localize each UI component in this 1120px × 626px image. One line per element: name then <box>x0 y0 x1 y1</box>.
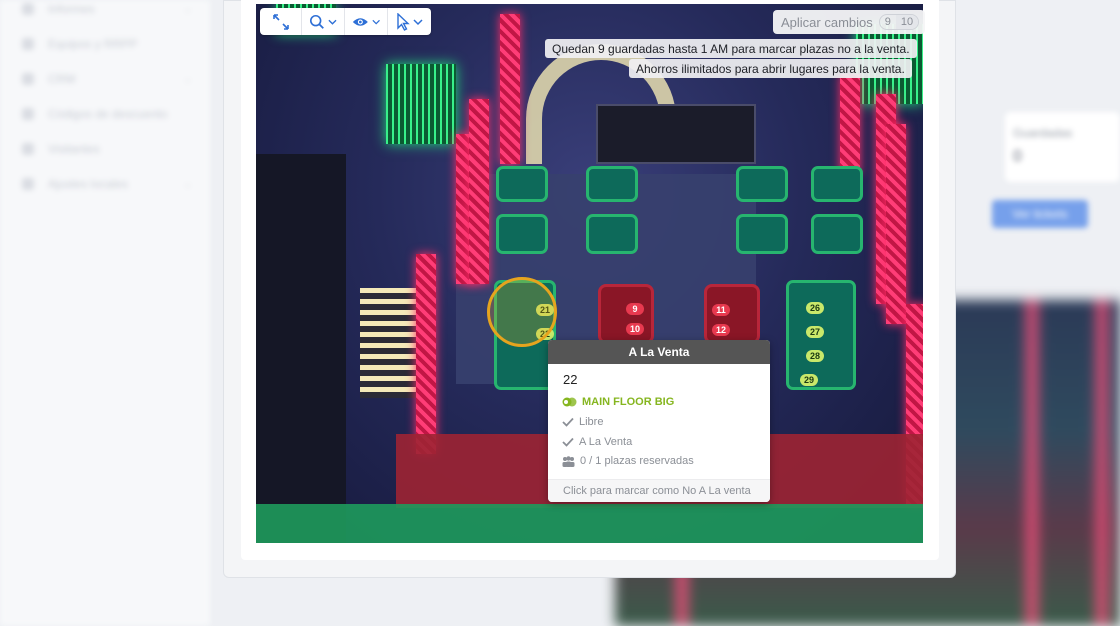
apply-changes-label: Aplicar cambios <box>781 14 873 30</box>
sidebar-item-label: Equipos y RRPP <box>48 37 138 51</box>
button-label: Ver tickets <box>1012 207 1068 221</box>
tooltip-sale-state: A La Venta <box>562 436 632 448</box>
visibility-menu-button[interactable] <box>345 8 388 35</box>
seat-28[interactable]: 28 <box>806 350 824 362</box>
seat-29[interactable]: 29 <box>800 374 818 386</box>
background-panel: Guardadas 0 <box>955 0 1120 300</box>
sidebar-item-ajustes[interactable]: Ajustes locales ⌄ <box>22 177 192 191</box>
stat-card: Guardadas 0 <box>1005 112 1120 182</box>
booth[interactable] <box>811 214 863 254</box>
changes-counter: 9 10 <box>878 14 920 30</box>
sidebar-item-descuentos[interactable]: Códigos de descuento <box>22 107 192 121</box>
select-mode-button[interactable] <box>388 8 431 35</box>
chevron-down-icon: ⌄ <box>183 178 192 190</box>
sidebar-item-equipos[interactable]: Equipos y RRPP <box>22 37 192 51</box>
expand-button[interactable] <box>260 8 302 35</box>
vip-booth[interactable] <box>704 284 760 344</box>
pillar <box>416 254 436 454</box>
view-tickets-button[interactable]: Ver tickets <box>992 200 1088 228</box>
map-toolbar <box>260 8 431 35</box>
check-icon <box>562 417 574 427</box>
tooltip-zone: MAIN FLOOR BIG <box>562 396 674 408</box>
vip-booth[interactable] <box>598 284 654 344</box>
booth[interactable] <box>496 214 548 254</box>
chevron-down-icon: ⌄ <box>183 73 192 85</box>
gear-icon <box>22 178 34 190</box>
chevron-down-icon: ⌄ <box>183 3 192 15</box>
sidebar-item-label: Códigos de descuento <box>48 107 168 121</box>
tooltip-sale-state-label: A La Venta <box>579 436 633 448</box>
pillar <box>840 74 860 174</box>
unlimited-savings-notice: Ahorros ilimitados para abrir lugares pa… <box>629 59 912 78</box>
tooltip-reserved: 0 / 1 plazas reservadas <box>562 455 694 467</box>
tooltip-zone-label: MAIN FLOOR BIG <box>582 396 675 408</box>
sidebar: Informes ⌄ Equipos y RRPP CRM ⌄ Códigos de… <box>0 0 210 626</box>
seat-11[interactable]: 11 <box>712 304 730 316</box>
chart-icon <box>22 3 34 15</box>
pillar <box>500 14 520 164</box>
changes-count: 9 <box>884 16 891 28</box>
check-icon <box>562 437 574 447</box>
page: Informes ⌄ Equipos y RRPP CRM ⌄ Códigos de… <box>0 0 1120 626</box>
chevron-down-icon <box>328 19 337 25</box>
tag-icon <box>22 108 34 120</box>
expand-icon <box>272 13 289 30</box>
zoom-icon <box>309 14 324 29</box>
booth[interactable] <box>736 166 788 202</box>
booth[interactable] <box>586 166 638 202</box>
sidebar-item-label: Ajustes locales <box>48 177 129 191</box>
sidebar-item-label: Informes <box>48 2 95 16</box>
stat-value: 0 <box>1013 148 1022 165</box>
contacts-icon <box>22 73 34 85</box>
green-led-wall <box>386 64 456 144</box>
saved-remaining-notice: Quedan 9 guardadas hasta 1 AM para marca… <box>545 39 917 58</box>
green-front-row <box>256 504 923 543</box>
left-wall <box>256 154 346 543</box>
selected-seat-ring[interactable] <box>487 277 557 347</box>
chevron-down-icon <box>413 18 423 25</box>
booth[interactable] <box>736 214 788 254</box>
dj-booth <box>596 104 756 164</box>
pillar <box>469 99 489 284</box>
apply-changes-button[interactable]: Aplicar cambios 9 10 <box>773 10 926 34</box>
users-icon <box>562 455 575 467</box>
stat-label: Guardadas <box>1013 126 1073 140</box>
team-icon <box>22 38 34 50</box>
tooltip-status-label: Libre <box>579 416 604 428</box>
seat-10[interactable]: 10 <box>626 323 644 335</box>
stairs <box>360 288 418 398</box>
tooltip-action-hint[interactable]: Click para marcar como No A La venta <box>548 479 770 502</box>
sidebar-item-visitantes[interactable]: Visitantes <box>22 142 192 156</box>
seat-9[interactable]: 9 <box>626 303 644 315</box>
sidebar-item-label: Visitantes <box>48 142 100 156</box>
users-icon <box>22 143 34 155</box>
booth[interactable] <box>811 166 863 202</box>
zoom-menu-button[interactable] <box>302 8 345 35</box>
cursor-icon <box>397 12 410 31</box>
tooltip-reserved-label: 0 / 1 plazas reservadas <box>580 455 694 467</box>
sidebar-item-crm[interactable]: CRM ⌄ <box>22 72 192 86</box>
tooltip-seat-number: 22 <box>563 372 578 387</box>
booth[interactable] <box>586 214 638 254</box>
sidebar-item-informes[interactable]: Informes ⌄ <box>22 2 192 16</box>
seat-27[interactable]: 27 <box>806 326 824 338</box>
chevron-down-icon <box>372 19 380 25</box>
seat-12[interactable]: 12 <box>712 324 730 336</box>
changes-total: 10 <box>895 15 919 29</box>
eye-icon <box>352 17 368 26</box>
tooltip-status: Libre <box>562 416 603 428</box>
tooltip-header: A La Venta <box>548 340 770 364</box>
seat-tooltip[interactable]: A La Venta 22 MAIN FLOOR BIG Libre A La … <box>548 340 770 502</box>
zone-toggle-icon <box>562 397 577 407</box>
sidebar-item-label: CRM <box>48 72 76 86</box>
pillar <box>886 124 906 324</box>
seat-26[interactable]: 26 <box>806 302 824 314</box>
booth[interactable] <box>496 166 548 202</box>
